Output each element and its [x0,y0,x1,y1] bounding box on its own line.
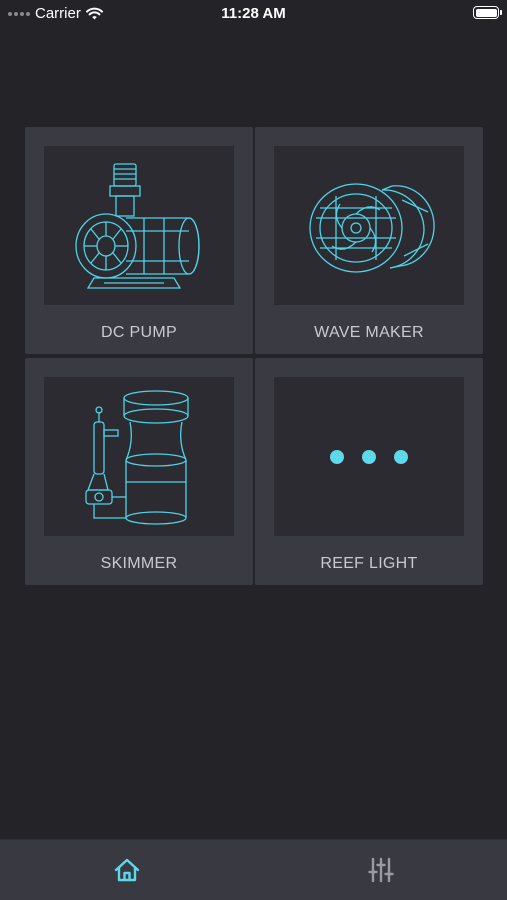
device-card-dc-pump[interactable]: DC PUMP [25,127,253,354]
reef-light-art [274,377,464,536]
device-label: DC PUMP [101,324,177,341]
skimmer-art [44,377,234,536]
battery-icon [473,6,502,19]
device-card-reef-light[interactable]: REEF LIGHT [255,358,483,585]
status-time: 11:28 AM [221,5,286,22]
dc-pump-art [44,146,234,305]
home-icon [114,858,139,882]
device-label: REEF LIGHT [320,555,418,572]
device-label: WAVE MAKER [314,324,424,341]
skimmer-icon [85,389,189,525]
tab-settings[interactable] [254,840,507,900]
more-dots-icon [330,449,408,464]
wave-maker-icon [309,182,435,273]
tab-bar [0,839,507,900]
dc-pump-icon [75,162,200,289]
status-bar: Carrier 11:28 AM [0,0,507,26]
wave-maker-art [274,146,464,305]
app-screen: Carrier 11:28 AM DC PUMP WAVE MAKER SKIM… [0,0,507,900]
device-card-skimmer[interactable]: SKIMMER [25,358,253,585]
device-label: SKIMMER [100,555,178,572]
device-grid: DC PUMP WAVE MAKER SKIMMER REEF LIGHT [25,127,483,585]
tab-home[interactable] [0,840,253,900]
sliders-icon [367,857,394,883]
device-card-wave-maker[interactable]: WAVE MAKER [255,127,483,354]
